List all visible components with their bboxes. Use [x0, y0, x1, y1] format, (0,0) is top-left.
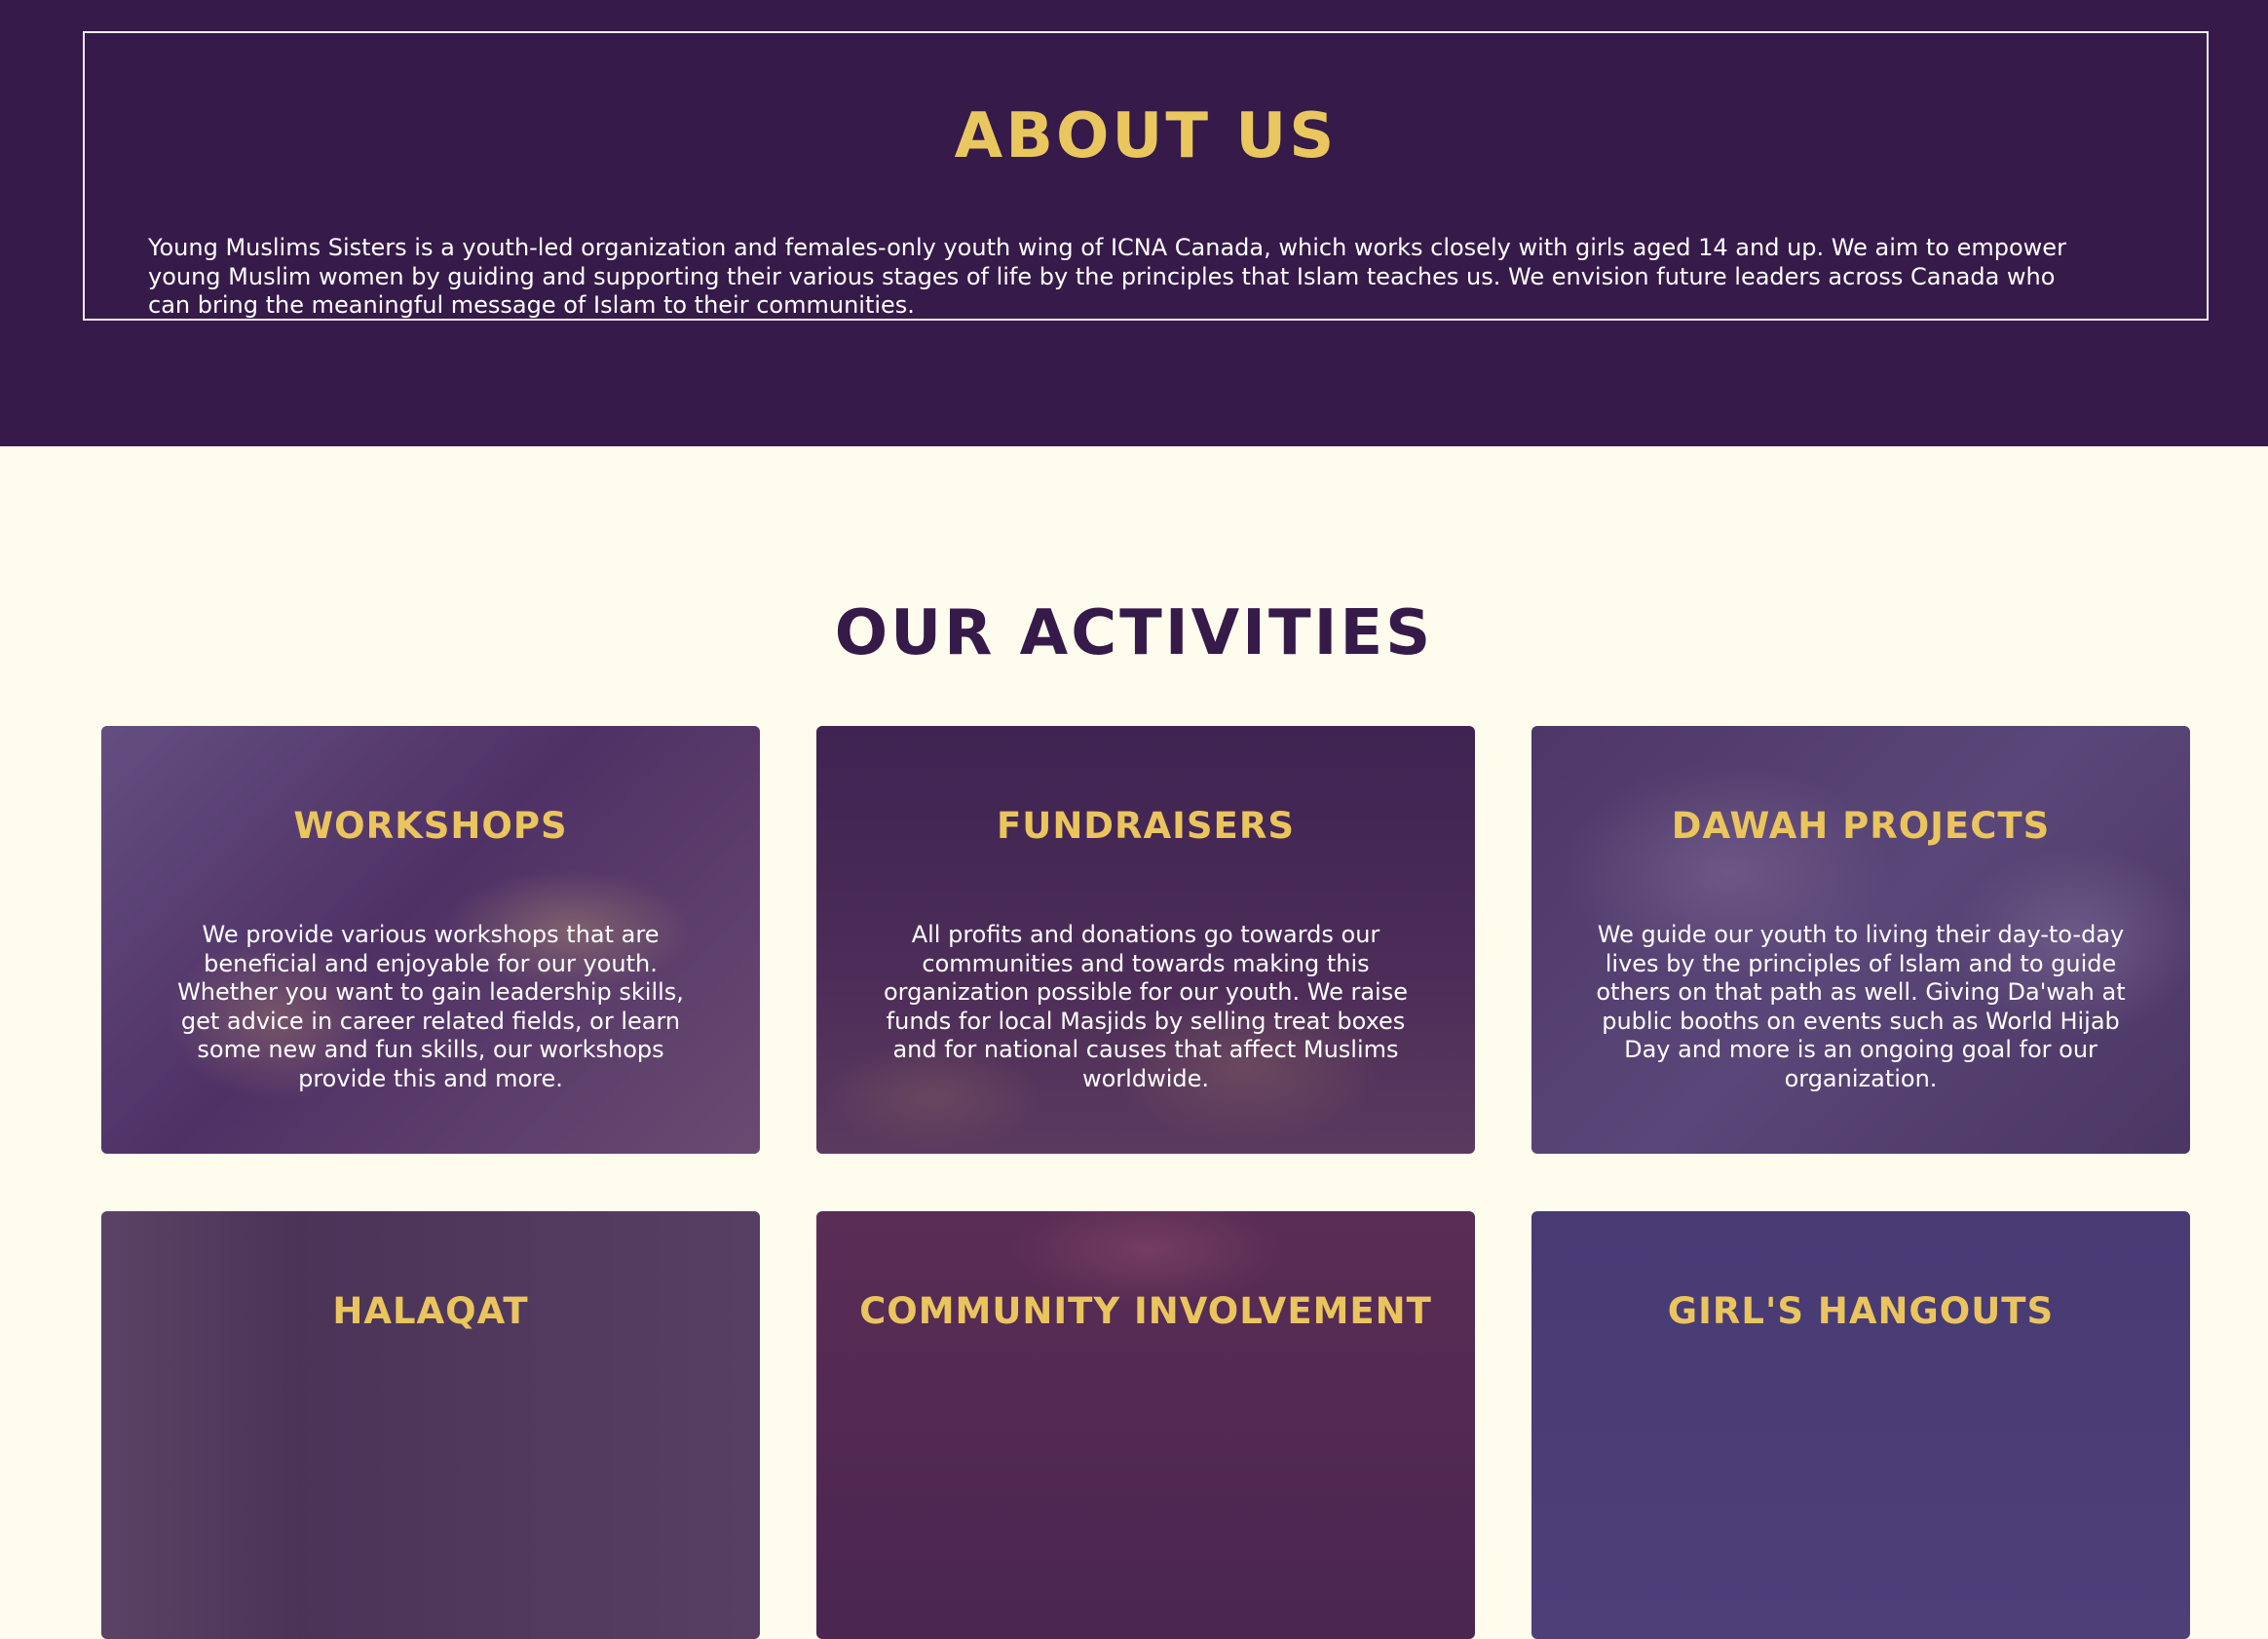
card-description: All profits and donations go towards our… [884, 921, 1408, 1092]
activity-card-fundraisers[interactable]: FUNDRAISERS All profits and donations go… [816, 726, 1475, 1154]
activity-card-community-involvement[interactable]: COMMUNITY INVOLVEMENT [816, 1211, 1475, 1639]
activity-card-workshops[interactable]: WORKSHOPS We provide various workshops t… [101, 726, 760, 1154]
activity-card-halaqat[interactable]: HALAQAT [101, 1211, 760, 1639]
activity-card-girls-hangouts[interactable]: GIRL'S HANGOUTS [1531, 1211, 2190, 1639]
card-title: GIRL'S HANGOUTS [1667, 1290, 2055, 1332]
card-description: We guide our youth to living their day-t… [1596, 921, 2126, 1092]
activities-title: OUR ACTIVITIES [834, 597, 1434, 669]
card-title: FUNDRAISERS [997, 805, 1295, 847]
about-box: ABOUT US Young Muslims Sisters is a yout… [83, 31, 2209, 321]
activity-card-dawah-projects[interactable]: DAWAH PROJECTS We guide our youth to liv… [1531, 726, 2190, 1154]
halaqat-background-image [101, 1211, 760, 1639]
community-background-image [816, 1211, 1475, 1639]
hangouts-background-image [1531, 1211, 2190, 1639]
card-title: DAWAH PROJECTS [1671, 805, 2051, 847]
about-section: ABOUT US Young Muslims Sisters is a yout… [0, 0, 2268, 446]
about-title: ABOUT US [954, 100, 1338, 172]
card-title: HALAQAT [332, 1290, 529, 1332]
card-title: COMMUNITY INVOLVEMENT [859, 1290, 1432, 1332]
card-title: WORKSHOPS [293, 805, 568, 847]
about-text: Young Muslims Sisters is a youth-led org… [148, 234, 2066, 319]
card-description: We provide various workshops that are be… [177, 921, 684, 1092]
